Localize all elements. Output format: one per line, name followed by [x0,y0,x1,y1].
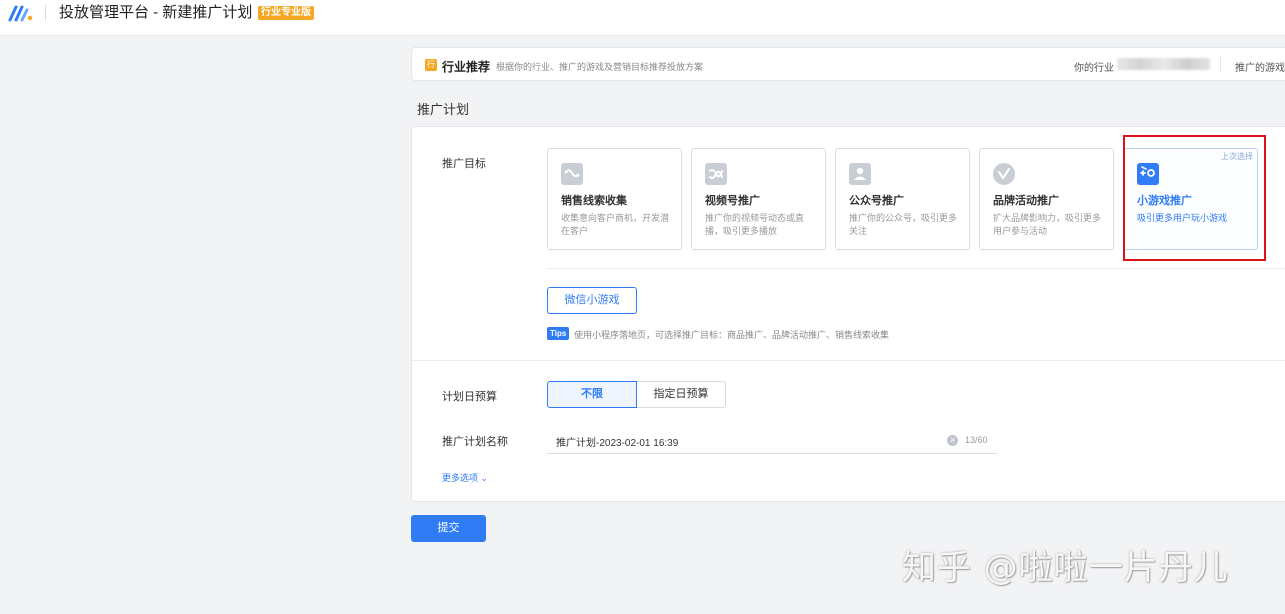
tips-text: 使用小程序落地页，可选择推广目标：商品推广、品牌活动推广、销售线索收集 [574,330,890,340]
clear-icon[interactable]: × [947,435,958,446]
recommend-divider [1220,57,1221,71]
industry-label: 你的行业 [1074,63,1114,74]
chevron-down-icon: ⌄ [480,473,489,483]
goal-card-desc: 扩大品牌影响力，吸引更多用户参与活动 [993,213,1102,236]
budget-specified-option[interactable]: 指定日预算 [637,381,726,408]
game-label: 推广的游戏 [1235,63,1285,74]
plan-form-panel: 推广目标 销售线索收集 收集意向客户商机，开发潜在客户 视频号推广 推广你的视频… [411,126,1285,502]
more-options-link[interactable]: 更多选项 ⌄ [442,471,488,484]
goal-card-desc: 收集意向客户商机，开发潜在客户 [561,213,670,236]
budget-toggle-group: 不限 指定日预算 [547,381,726,408]
more-options-label: 更多选项 [442,473,479,483]
budget-unlimited-option[interactable]: 不限 [547,381,637,408]
budget-label: 计划日预算 [442,391,497,403]
plan-name-input[interactable]: 推广计划-2023-02-01 16:39 × 13/60 [547,428,997,454]
watermark-text: 知乎 @啦啦一片丹儿 [902,548,1229,588]
goal-card-channels[interactable]: 视频号推广 推广你的视频号动态或直播，吸引更多播放 [691,148,826,250]
title-divider [45,5,46,21]
leads-icon [561,163,583,185]
plan-name-char-count: 13/60 [965,435,988,445]
goal-card-title: 销售线索收集 [561,195,627,207]
top-bar: 投放管理平台 - 新建推广计划 行业专业版 [0,0,1285,36]
selection-highlight-box [1123,135,1266,261]
section-title: 推广计划 [417,102,470,117]
submit-button[interactable]: 提交 [411,515,486,542]
goal-card-brand[interactable]: 品牌活动推广 扩大品牌影响力，吸引更多用户参与活动 [979,148,1114,250]
platform-logo[interactable] [8,4,34,22]
recommend-icon: 行 [425,59,437,71]
goal-card-desc: 推广你的公众号，吸引更多关注 [849,213,958,236]
channels-icon [705,163,727,185]
brand-icon [993,163,1015,185]
goal-card-title: 公众号推广 [849,195,904,207]
goal-card-official-account[interactable]: 公众号推广 推广你的公众号，吸引更多关注 [835,148,970,250]
goal-card-title: 品牌活动推广 [993,195,1059,207]
section-divider [412,360,1285,361]
wechat-minigame-button[interactable]: 微信小游戏 [547,287,637,314]
plan-name-label: 推广计划名称 [442,436,508,448]
tips-badge: Tips [547,327,570,340]
plan-name-value[interactable]: 推广计划-2023-02-01 16:39 [556,434,678,449]
industry-value-redacted[interactable] [1117,58,1210,70]
official-account-icon [849,163,871,185]
goal-card-title: 视频号推广 [705,195,760,207]
recommend-title: 行业推荐 [442,60,491,74]
recommend-description: 根据你的行业、推广的游戏及营销目标推荐投放方案 [496,62,704,72]
goal-card-desc: 推广你的视频号动态或直播，吸引更多播放 [705,213,805,236]
page-title: 投放管理平台 - 新建推广计划 [59,4,253,21]
goal-divider [547,268,1285,269]
industry-recommend-bar: 行 行业推荐 根据你的行业、推广的游戏及营销目标推荐投放方案 你的行业 推广的游… [411,47,1285,81]
edition-badge: 行业专业版 [258,6,314,20]
goal-card-leads[interactable]: 销售线索收集 收集意向客户商机，开发潜在客户 [547,148,682,250]
goal-label: 推广目标 [442,158,486,170]
